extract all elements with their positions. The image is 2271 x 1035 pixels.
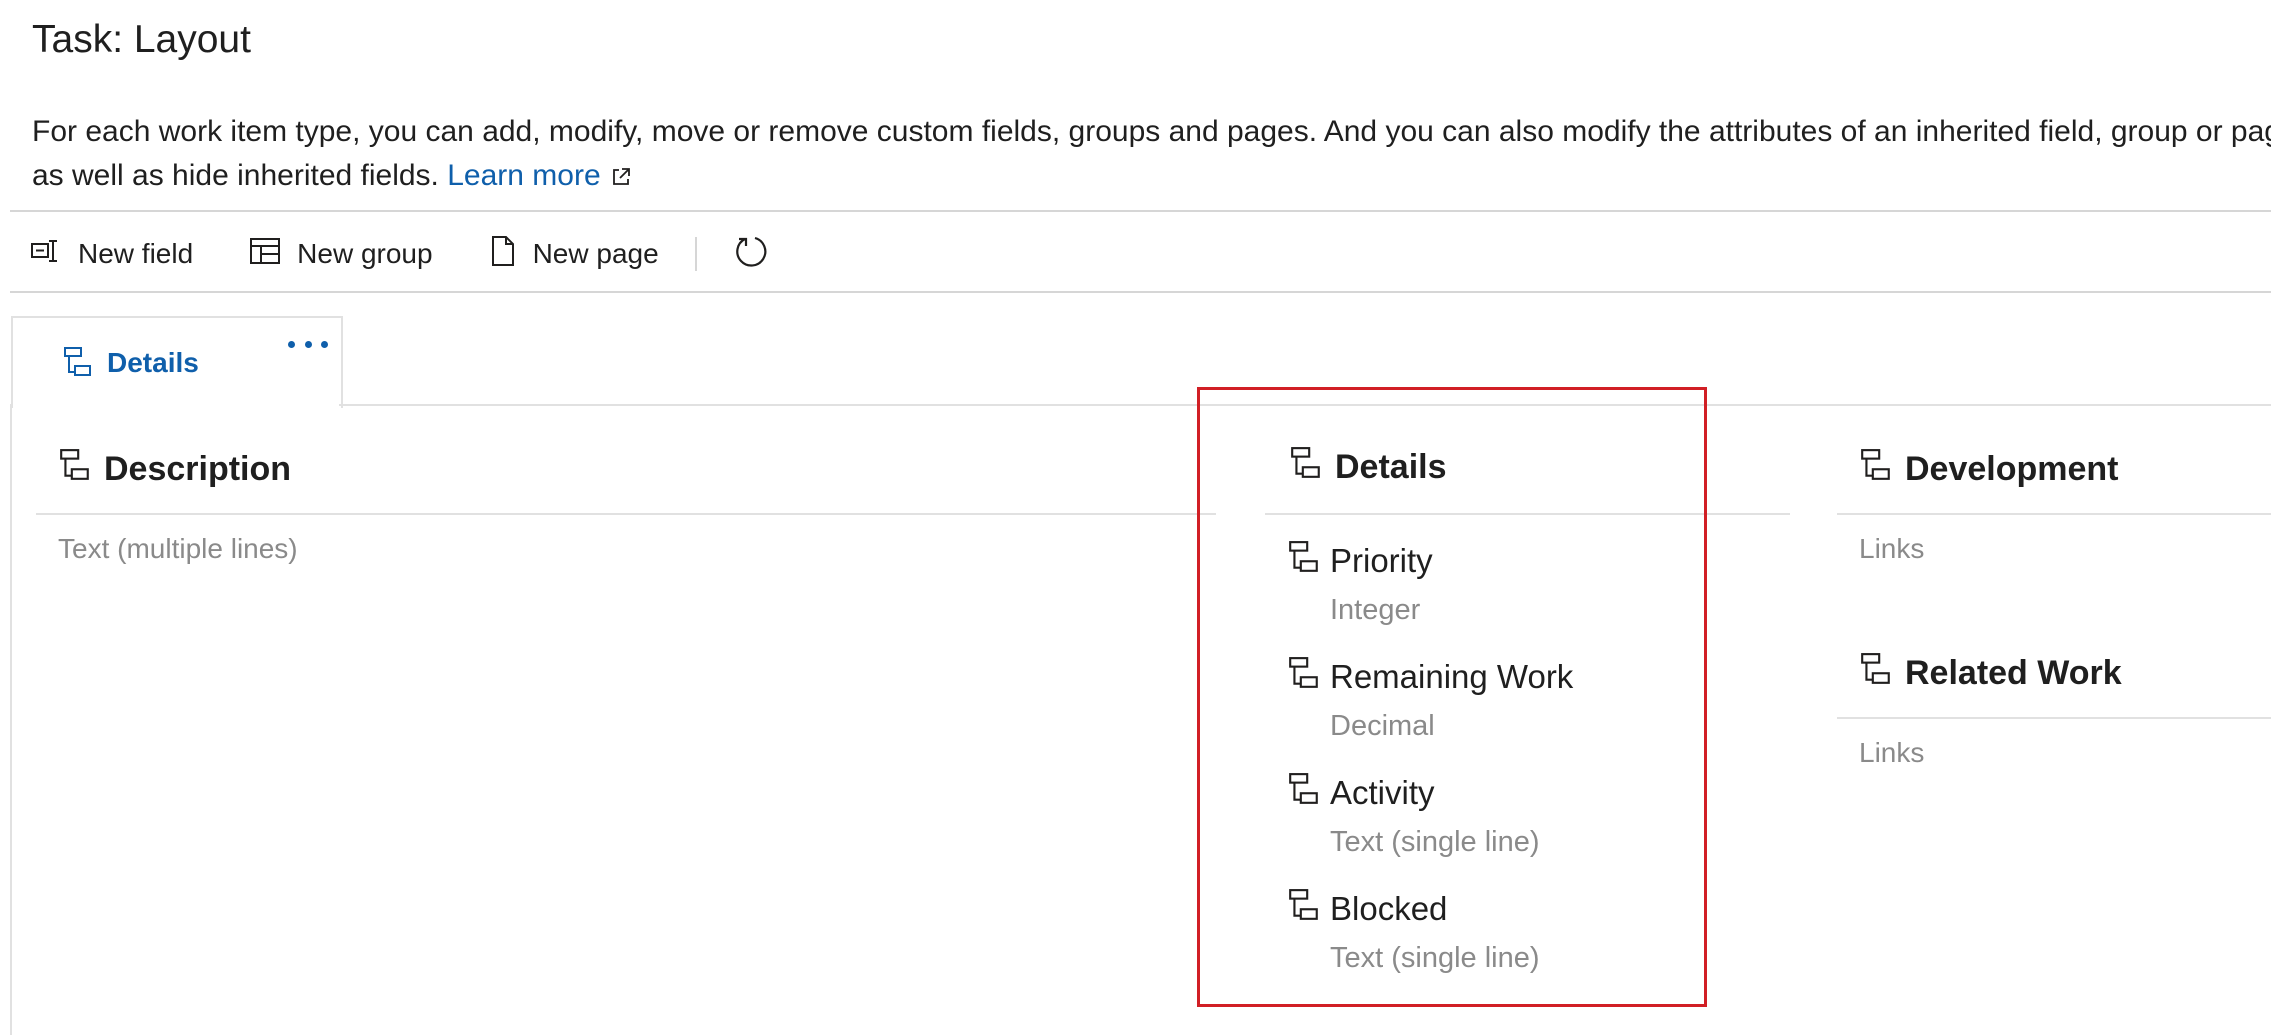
new-field-button[interactable]: New field xyxy=(30,236,193,273)
group-title: Description xyxy=(104,450,292,488)
group-header: Description xyxy=(36,448,1216,491)
group-title: Development xyxy=(1905,450,2119,488)
page-tab-label: Details xyxy=(107,347,199,378)
field-type: Text (multiple lines) xyxy=(58,533,298,564)
description-line-2-text: as well as hide inherited fields. xyxy=(32,159,439,192)
group-description[interactable]: Description Text (multiple lines) xyxy=(36,448,1216,565)
page-description: For each work item type, you can add, mo… xyxy=(32,110,2271,200)
refresh-icon xyxy=(735,234,785,275)
group-header: Development xyxy=(1837,448,2271,491)
ellipsis-icon[interactable] xyxy=(288,330,328,358)
refresh-button[interactable] xyxy=(735,234,785,275)
toolbar: New field New group New page xyxy=(30,226,841,282)
description-line-2: as well as hide inherited fields. Learn … xyxy=(32,154,2271,200)
field-type: Links xyxy=(1859,737,1925,768)
new-field-icon xyxy=(30,236,78,273)
group-divider xyxy=(1837,513,2271,515)
group-icon xyxy=(1859,652,1905,695)
page-layout-icon xyxy=(63,346,93,383)
highlight-box xyxy=(1197,387,1707,1007)
description-line-1: For each work item type, you can add, mo… xyxy=(32,115,2271,148)
new-group-button[interactable]: New group xyxy=(249,236,433,273)
toolbar-divider xyxy=(10,291,2271,293)
new-group-icon xyxy=(249,236,297,273)
new-page-icon xyxy=(489,235,533,274)
group-title: Related Work xyxy=(1905,654,2122,692)
page-title: Task: Layout xyxy=(32,18,251,61)
group-development[interactable]: Development Links xyxy=(1837,448,2271,565)
new-field-label: New field xyxy=(78,238,194,269)
group-icon xyxy=(58,448,104,491)
group-header: Related Work xyxy=(1837,652,2271,695)
learn-more-link[interactable]: Learn more xyxy=(447,159,600,192)
toolbar-separator xyxy=(694,237,697,271)
external-link-icon xyxy=(611,156,631,200)
page-content-border xyxy=(10,404,12,1035)
new-group-label: New group xyxy=(297,238,433,269)
group-divider xyxy=(36,513,1216,515)
field-type: Links xyxy=(1859,533,1925,564)
group-related-work[interactable]: Related Work Links xyxy=(1837,652,2271,769)
group-divider xyxy=(1837,717,2271,719)
header-divider xyxy=(10,210,2271,212)
new-page-button[interactable]: New page xyxy=(489,235,659,274)
new-page-label: New page xyxy=(532,238,659,269)
group-icon xyxy=(1859,448,1905,491)
page-tab-details[interactable]: Details xyxy=(11,316,343,408)
